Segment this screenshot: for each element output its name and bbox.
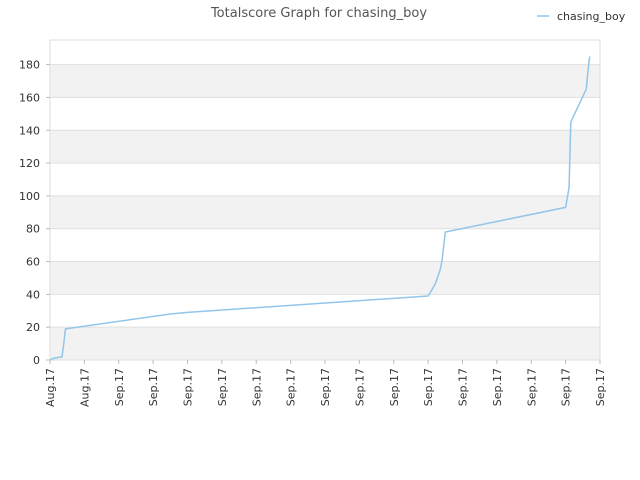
- y-tick-label: 60: [26, 256, 40, 269]
- x-tick-label: Sep.17: [250, 368, 263, 406]
- x-tick-label: Sep.17: [457, 368, 470, 406]
- x-tick-label: Sep.17: [491, 368, 504, 406]
- plot-band: [50, 195, 600, 229]
- y-tick-label: 140: [19, 124, 40, 137]
- x-tick-label: Sep.17: [285, 368, 298, 406]
- plot-band: [50, 97, 600, 131]
- plot-band: [50, 294, 600, 328]
- x-tick-label: Sep.17: [422, 368, 435, 406]
- legend[interactable]: chasing_boy: [537, 10, 626, 23]
- x-tick-label: Sep.17: [525, 368, 538, 406]
- plot-band: [50, 228, 600, 262]
- y-tick-label: 20: [26, 321, 40, 334]
- x-tick-label: Sep.17: [216, 368, 229, 406]
- y-tick-label: 80: [26, 223, 40, 236]
- plot-band: [50, 163, 600, 196]
- legend-label-chasing-boy: chasing_boy: [557, 10, 626, 23]
- y-tick-label: 160: [19, 91, 40, 104]
- x-tick-label: Sep.17: [388, 368, 401, 406]
- plot-band: [50, 261, 600, 295]
- x-tick-label: Sep.17: [182, 368, 195, 406]
- plot-band: [50, 40, 600, 65]
- x-tick-label: Sep.17: [560, 368, 573, 406]
- x-tick-label: Aug.17: [78, 368, 91, 407]
- totalscore-chart: 0 20 40 60 80 100 120 140 160 180 Aug.17 Aug.17 Sep.…: [19, 6, 626, 407]
- plot-band: [50, 64, 600, 98]
- plot-band: [50, 130, 600, 164]
- plot-background-bands: [50, 40, 600, 360]
- plot-band: [50, 327, 600, 360]
- x-tick-label: Sep.17: [353, 368, 366, 406]
- x-tick-label: Sep.17: [147, 368, 160, 406]
- x-tick-label: Sep.17: [319, 368, 332, 406]
- y-tick-label: 40: [26, 288, 40, 301]
- x-tick-label: Sep.17: [594, 368, 607, 406]
- chart-title: Totalscore Graph for chasing_boy: [210, 6, 427, 21]
- y-tick-label: 120: [19, 157, 40, 170]
- x-tick-label: Sep.17: [113, 368, 126, 406]
- y-tick-label: 0: [33, 354, 40, 367]
- x-tick-label: Aug.17: [44, 368, 57, 407]
- y-tick-label: 100: [19, 190, 40, 203]
- chart-container: 0 20 40 60 80 100 120 140 160 180 Aug.17 Aug.17 Sep.…: [0, 0, 640, 480]
- y-tick-label: 180: [19, 59, 40, 72]
